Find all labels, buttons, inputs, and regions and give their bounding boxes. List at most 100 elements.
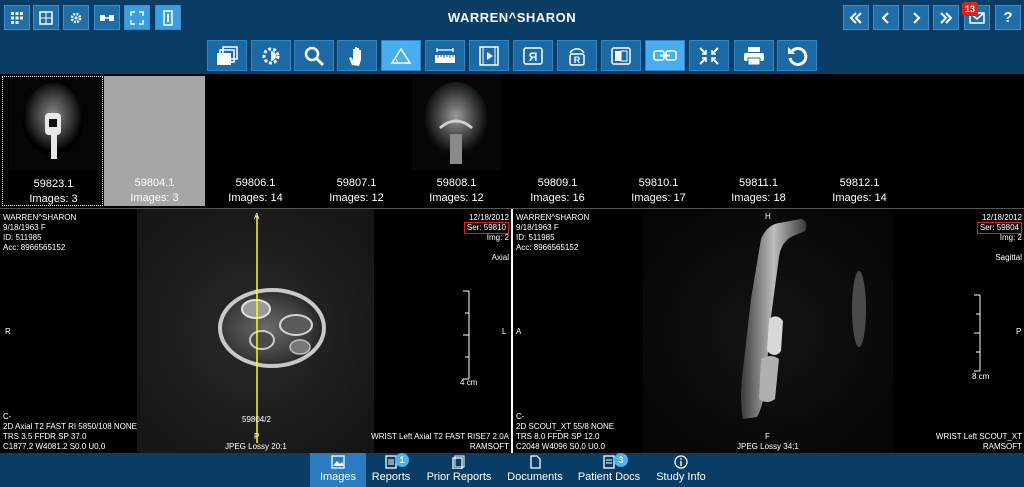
accession-number: Acc: 8966565152 <box>516 243 579 252</box>
fit-tool[interactable] <box>689 40 729 71</box>
series-thumbnail[interactable]: 59806.1 Images: 14 <box>205 76 306 206</box>
angle-measure-tool[interactable] <box>381 40 421 71</box>
image-plane: Axial <box>491 253 509 262</box>
accession-number: Acc: 8966565152 <box>3 243 66 252</box>
viewport-axial[interactable]: WARREN^SHARON 9/18/1963 F ID: 511985 Acc… <box>0 209 511 453</box>
ruler-tool[interactable] <box>425 40 465 71</box>
institution-name: RAMSOFT <box>982 442 1022 451</box>
previous-series-button[interactable] <box>873 5 899 30</box>
sequence-info: 2D Axial T2 FAST RI 5850/108 NONE <box>3 422 137 431</box>
help-button[interactable]: ? <box>995 5 1021 30</box>
series-thumbnail[interactable]: 59812.1 Images: 14 <box>809 76 910 206</box>
series-description: WRIST Left Axial T2 FAST RISE7 2.0A <box>371 432 509 441</box>
next-series-button[interactable] <box>903 5 929 30</box>
orientation-bottom: F <box>765 432 770 441</box>
rotate-tool[interactable]: R <box>557 40 597 71</box>
series-number: 59811.1 <box>739 177 778 189</box>
viewport-sagittal[interactable]: WARREN^SHARON 9/18/1963 F ID: 511985 Acc… <box>513 209 1024 453</box>
series-image-count: Images: 12 <box>429 192 484 204</box>
tab-label: Documents <box>507 471 563 483</box>
tab-label: Reports <box>371 471 411 483</box>
window-level-info: C1877.2 W4081.2 S0.0 U0.0 <box>3 442 106 451</box>
window-level-info: C2048 W4096 S0.0 U0.0 <box>516 442 605 451</box>
orientation-bottom: P <box>254 432 260 441</box>
reports-count-badge: 1 <box>395 453 409 467</box>
series-image-count: Images: 14 <box>832 192 887 204</box>
undo-reset-icon <box>788 46 808 66</box>
scale-label: 8 cm <box>972 372 990 381</box>
flip-r-icon: R <box>523 46 543 65</box>
patient-id: ID: 511985 <box>516 233 555 242</box>
scale-ruler <box>974 294 981 372</box>
series-thumbnail-strip: 59823.1 Images: 3 59804.1 Images: 3 5980… <box>0 74 1024 208</box>
first-series-button[interactable] <box>843 5 869 30</box>
bottom-tab-bar: Images Reports 1 Prior Reports Documents… <box>0 453 1024 487</box>
tab-patient-docs[interactable]: Patient Docs <box>577 453 641 487</box>
contrast-label: C- <box>516 412 525 421</box>
zoom-tool[interactable] <box>294 40 334 71</box>
series-number: 59808.1 <box>436 177 477 189</box>
series-description: WRIST Left SCOUT_XT <box>935 432 1022 441</box>
sync-tool[interactable] <box>645 40 685 71</box>
thumbnail-image <box>9 79 98 171</box>
window-level-tool[interactable] <box>251 40 291 71</box>
image-number: Img: 2 <box>486 233 509 242</box>
flip-tool[interactable]: R <box>513 40 553 71</box>
tab-label: Images <box>319 471 357 483</box>
documents-icon <box>530 455 541 469</box>
film-play-icon <box>479 45 499 66</box>
invert-tool[interactable] <box>601 40 641 71</box>
series-image-count: Images: 16 <box>530 192 585 204</box>
tab-label: Patient Docs <box>577 471 641 483</box>
top-toolbar: WARREN^SHARON 13 ? R R <box>0 0 1024 74</box>
patient-name-title: WARREN^SHARON <box>447 10 577 25</box>
sagittal-mri-image <box>643 209 981 453</box>
reference-line-label: 59804/2 <box>242 415 271 424</box>
ruler-icon <box>435 47 455 63</box>
tab-label: Study Info <box>656 471 706 483</box>
window-level-icon <box>262 47 280 64</box>
pan-tool[interactable] <box>337 40 377 71</box>
series-image-count: Images: 14 <box>228 192 283 204</box>
series-number: 59810.1 <box>638 177 679 189</box>
series-image-count: Images: 3 <box>130 192 179 204</box>
patient-name: WARREN^SHARON <box>3 213 77 222</box>
compression-info: JPEG Lossy 34:1 <box>737 442 799 451</box>
institution-name: RAMSOFT <box>469 442 509 451</box>
series-number: 59812.1 <box>839 177 880 189</box>
orientation-right: L <box>502 327 507 336</box>
tab-images[interactable]: Images <box>310 453 366 487</box>
series-thumbnail[interactable]: 59804.1 Images: 3 <box>104 76 205 206</box>
patient-docs-count-badge: 3 <box>614 453 628 467</box>
tab-label: Prior Reports <box>426 471 492 483</box>
image-plane: Sagittal <box>995 253 1022 262</box>
printer-icon <box>744 46 764 65</box>
viewer-app: WARREN^SHARON 1 3 ? R R 59823.1 Images: 3… <box>0 0 1024 487</box>
tab-study-info[interactable]: Study Info <box>652 453 710 487</box>
series-thumbnail[interactable]: 59807.1 Images: 12 <box>306 76 407 206</box>
tab-documents[interactable]: Documents <box>503 453 567 487</box>
orientation-top: A <box>254 212 260 221</box>
series-thumbnail[interactable]: 59811.1 Images: 18 <box>708 76 809 206</box>
stack-tool[interactable] <box>207 40 247 71</box>
last-series-button[interactable] <box>933 5 959 30</box>
reset-tool[interactable] <box>777 40 817 71</box>
info-icon <box>674 455 688 469</box>
series-image-count: Images: 12 <box>329 192 384 204</box>
series-number: 59804.1 <box>134 177 175 189</box>
series-thumbnail[interactable]: 59809.1 Images: 16 <box>507 76 608 206</box>
series-thumbnail[interactable]: 59810.1 Images: 17 <box>608 76 709 206</box>
series-thumbnail[interactable]: 59808.1 Images: 12 <box>406 76 507 206</box>
series-thumbnail[interactable]: 59823.1 Images: 3 <box>2 76 103 206</box>
tab-prior-reports[interactable]: Prior Reports <box>424 453 494 487</box>
series-image-count: Images: 3 <box>29 193 78 205</box>
print-tool[interactable] <box>734 40 774 71</box>
sequence-info: 2D SCOUT_XT 55/8 NONE <box>516 422 615 431</box>
orientation-left: A <box>516 327 522 336</box>
svg-text:R: R <box>574 55 581 65</box>
series-number: 59809.1 <box>537 177 578 189</box>
rotate-r-icon: R <box>569 47 585 66</box>
invert-icon <box>611 46 631 65</box>
cine-tool[interactable] <box>469 40 509 71</box>
scale-label: 4 cm <box>460 378 478 387</box>
